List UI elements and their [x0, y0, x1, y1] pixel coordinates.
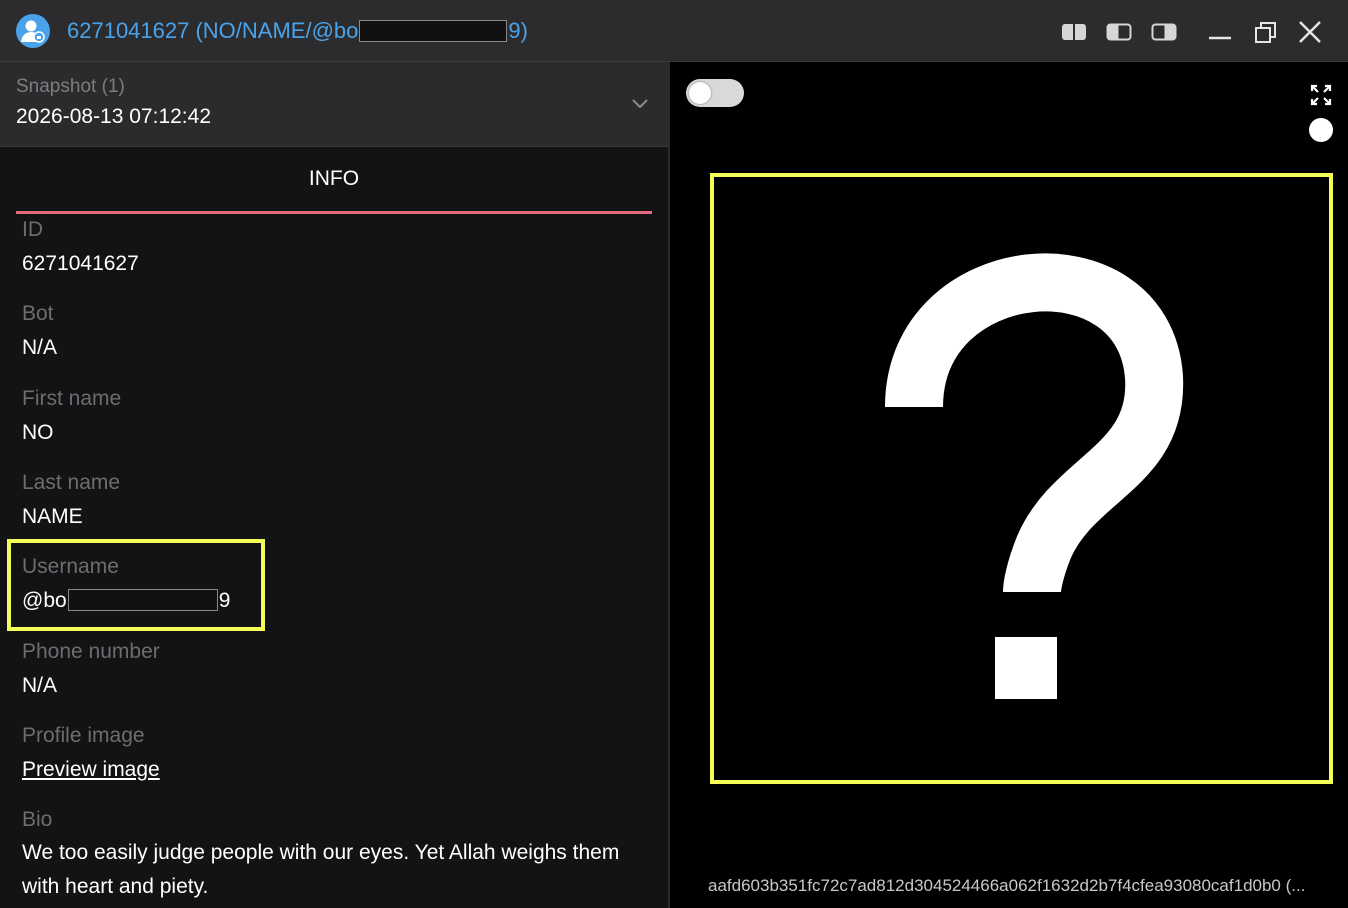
field-value: N/A: [22, 674, 58, 697]
field-label: ID: [22, 218, 43, 241]
snapshot-value: 2026-08-13 07:12:42: [16, 105, 211, 128]
layout-center-icon[interactable]: [1105, 18, 1133, 46]
preview-image-link[interactable]: Preview image: [22, 758, 642, 782]
field-label: First name: [22, 387, 122, 410]
snapshot-dropdown[interactable]: Snapshot (1) 2026-08-13 07:12:42: [0, 62, 668, 147]
window-title-prefix: 6271041627 (NO/NAME/@bo: [67, 18, 359, 43]
window-title: 6271041627 (NO/NAME/@bo 9): [67, 18, 528, 44]
field-value: NAME: [22, 505, 83, 528]
toggle-switch[interactable]: [686, 79, 744, 107]
field-profile-image: Profile image Preview image: [22, 724, 642, 782]
status-dot[interactable]: [1309, 118, 1333, 142]
toggle-knob: [689, 82, 711, 104]
field-label: Last name: [22, 471, 121, 494]
field-id: ID 6271041627: [22, 218, 642, 276]
question-mark-icon: [885, 253, 1184, 699]
field-phone: Phone number N/A: [22, 640, 642, 698]
minimize-icon[interactable]: [1206, 18, 1234, 46]
field-bot: Bot N/A: [22, 302, 642, 360]
restore-icon[interactable]: [1252, 18, 1280, 46]
field-last-name: Last name NAME: [22, 471, 642, 529]
user-icon: [16, 14, 50, 48]
username-highlight: [7, 539, 265, 631]
field-value: NO: [22, 421, 54, 444]
field-first-name: First name NO: [22, 387, 642, 445]
redaction-bar: [359, 20, 508, 42]
tab-info[interactable]: INFO: [16, 148, 652, 214]
field-value: N/A: [22, 336, 58, 359]
info-panel: Snapshot (1) 2026-08-13 07:12:42 INFO ID…: [0, 62, 668, 908]
preview-panel: aafd603b351fc72c7ad812d304524466a062f163…: [670, 62, 1348, 908]
window-title-suffix: 9): [508, 18, 528, 43]
layout-left-icon[interactable]: [1060, 18, 1088, 46]
chevron-down-icon[interactable]: [630, 96, 650, 110]
title-bar: 6271041627 (NO/NAME/@bo 9): [0, 0, 1348, 62]
image-hash: aafd603b351fc72c7ad812d304524466a062f163…: [708, 876, 1306, 895]
field-label: Profile image: [22, 724, 145, 747]
field-label: Bot: [22, 302, 54, 325]
profile-image-preview: [710, 173, 1333, 784]
field-label: Bio: [22, 808, 53, 831]
snapshot-label: Snapshot (1): [16, 76, 125, 97]
layout-right-icon[interactable]: [1150, 18, 1178, 46]
expand-icon[interactable]: [1310, 84, 1332, 106]
field-label: Phone number: [22, 640, 160, 663]
field-bio: Bio We too easily judge people with our …: [22, 808, 642, 904]
close-icon[interactable]: [1296, 18, 1324, 46]
field-value: 6271041627: [22, 252, 139, 275]
field-value: We too easily judge people with our eyes…: [22, 841, 620, 898]
